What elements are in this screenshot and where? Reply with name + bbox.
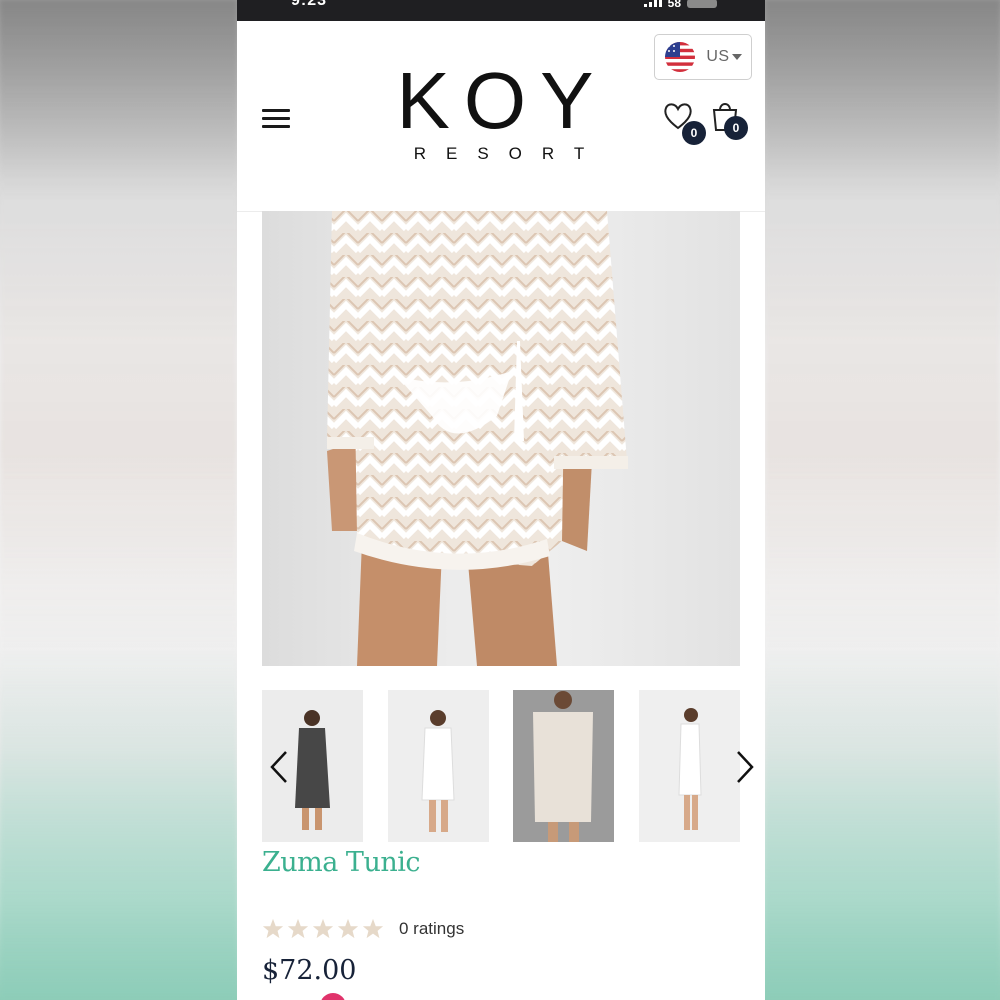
chevron-left-icon[interactable] xyxy=(268,750,292,784)
product-rating[interactable]: 0 ratings xyxy=(262,918,464,940)
star-icon xyxy=(312,918,334,939)
thumbnail-image xyxy=(421,710,455,832)
thumbnail-strip xyxy=(262,690,754,842)
locale-label: US xyxy=(706,48,730,65)
background-left xyxy=(0,0,237,1000)
chevron-right-icon[interactable] xyxy=(732,750,756,784)
star-icon xyxy=(362,918,384,939)
product-price: $72.00 xyxy=(262,955,357,986)
battery-icon xyxy=(687,0,717,8)
us-flag-icon xyxy=(665,42,696,72)
status-indicators: 58 xyxy=(643,0,717,10)
caret-down-icon xyxy=(731,54,742,60)
thumbnail-image xyxy=(533,691,593,842)
star-icon xyxy=(287,918,309,939)
status-bar: 9:23 58 xyxy=(237,0,765,21)
thumbnail-image xyxy=(678,708,702,830)
cart-count-badge: 0 xyxy=(724,116,748,140)
signal-icon xyxy=(643,0,662,7)
wishlist-count-badge: 0 xyxy=(682,121,706,145)
product-title: Zuma Tunic xyxy=(262,847,420,878)
promo-badge[interactable] xyxy=(320,993,346,1000)
site-header: US KOY RESORT 0 0 xyxy=(237,21,765,212)
ratings-count: 0 ratings xyxy=(399,919,465,938)
phone-screen: 9:23 58 US KOY RESORT 0 0 Zuma Tunic 0 r… xyxy=(237,0,765,1000)
thumbnail-2[interactable] xyxy=(388,690,489,842)
logo-main-text: KOY xyxy=(396,56,608,145)
locale-selector[interactable]: US xyxy=(654,34,752,80)
product-main-image[interactable] xyxy=(262,211,740,666)
logo-sub-text: RESORT xyxy=(413,144,605,163)
background-right xyxy=(765,0,1000,1000)
star-icon xyxy=(337,918,359,939)
status-time: 9:23 xyxy=(291,0,328,9)
product-photo xyxy=(327,211,628,666)
thumbnail-4[interactable] xyxy=(639,690,740,842)
battery-percent: 58 xyxy=(667,0,681,10)
star-icon xyxy=(262,918,284,939)
thumbnail-3[interactable] xyxy=(513,690,614,842)
menu-icon[interactable] xyxy=(262,109,290,129)
